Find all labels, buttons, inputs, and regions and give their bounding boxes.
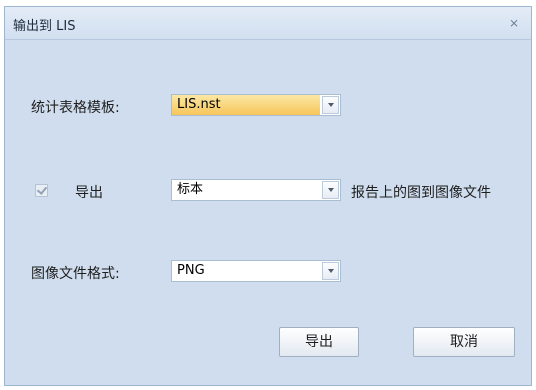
template-combo[interactable]: LIS.nst [171,94,341,116]
chevron-down-icon [327,188,334,192]
cancel-button[interactable]: 取消 [413,327,515,357]
export-source-combo[interactable]: 标本 [171,179,341,201]
export-checkbox[interactable] [35,184,48,197]
template-value: LIS.nst [172,95,320,115]
export-to-lis-dialog: 输出到 LIS ⨯ 统计表格模板: LIS.nst 导出 标本 报告上的图到图像… [4,6,532,386]
export-source-value: 标本 [177,182,204,197]
image-format-label: 图像文件格式: [31,266,120,282]
export-button[interactable]: 导出 [279,327,359,357]
image-format-value: PNG [177,263,205,278]
title-bar: 输出到 LIS ⨯ [5,7,531,40]
image-format-dropdown-button[interactable] [322,262,339,280]
export-suffix-label: 报告上的图到图像文件 [351,185,491,201]
dialog-title: 输出到 LIS [13,19,76,34]
chevron-down-icon [327,103,334,107]
checkmark-icon [36,184,47,195]
template-label: 统计表格模板: [31,100,120,116]
export-source-dropdown-button[interactable] [322,181,339,199]
export-checkbox-label: 导出 [75,185,103,201]
close-icon[interactable]: ⨯ [507,16,521,30]
template-dropdown-button[interactable] [322,96,339,114]
image-format-combo[interactable]: PNG [171,260,341,282]
chevron-down-icon [327,269,334,273]
